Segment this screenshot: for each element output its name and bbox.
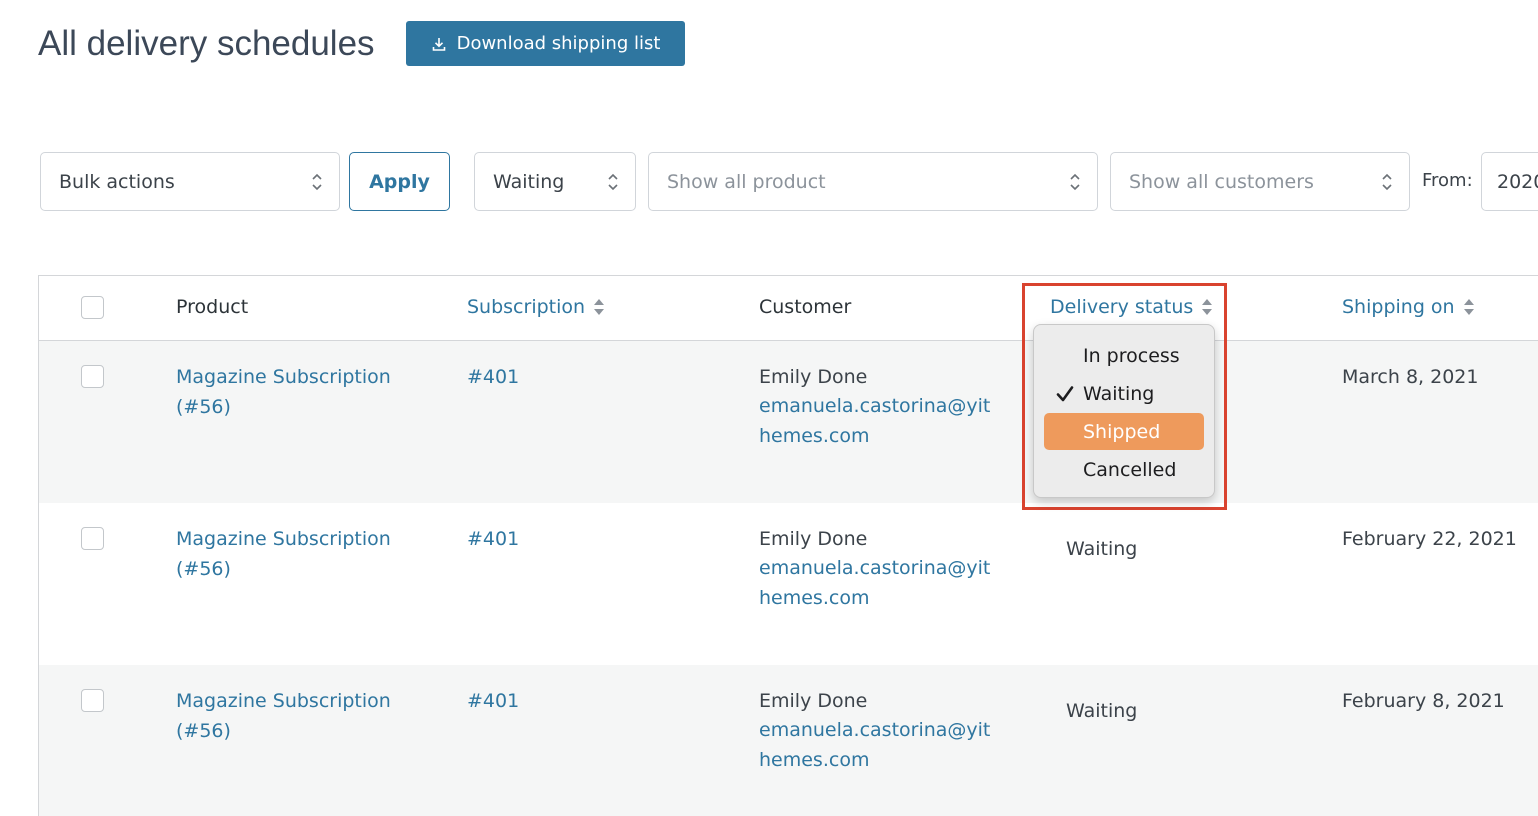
dropdown-option-label: Waiting [1083, 382, 1155, 405]
table-row: Magazine Subscription (#56) #401 Emily D… [39, 341, 1538, 503]
customer-email-link[interactable]: emanuela.castorina@yithemes.com [759, 554, 995, 613]
product-filter-placeholder: Show all product [667, 170, 826, 193]
dropdown-option-in-process[interactable]: In process [1044, 337, 1204, 374]
select-all-checkbox[interactable] [81, 296, 104, 319]
from-date-label: From: [1422, 170, 1473, 191]
dropdown-option-label: Shipped [1083, 420, 1161, 443]
select-chevron-icon [312, 173, 322, 190]
dropdown-option-label: In process [1083, 344, 1180, 367]
delivery-schedules-page: All delivery schedules Download shipping… [0, 0, 1538, 816]
checkmark-icon [1056, 386, 1074, 402]
dropdown-option-label: Cancelled [1083, 458, 1177, 481]
download-icon [432, 37, 445, 51]
subscription-link[interactable]: #401 [467, 687, 519, 717]
column-header-subscription[interactable]: Subscription [467, 296, 605, 318]
column-header-shipping-on[interactable]: Shipping on [1342, 296, 1475, 318]
table-row: Magazine Subscription (#56) #401 Emily D… [39, 665, 1538, 816]
select-chevron-icon [1382, 173, 1392, 190]
delivery-status-dropdown-menu: In process Waiting Shipped Cancelled [1033, 324, 1215, 498]
delivery-status-value[interactable]: Waiting [1066, 697, 1137, 727]
column-header-customer-label: Customer [759, 296, 852, 318]
dropdown-option-waiting[interactable]: Waiting [1044, 375, 1204, 412]
shipping-date: February 22, 2021 [1342, 528, 1517, 550]
customer-filter-placeholder: Show all customers [1129, 170, 1314, 193]
column-header-shipping-on-label: Shipping on [1342, 296, 1455, 318]
table-header: Product Subscription Customer Delivery s… [39, 276, 1538, 341]
customer-name: Emily Done [759, 528, 868, 550]
row-checkbox[interactable] [81, 689, 104, 712]
from-date-input[interactable] [1481, 152, 1538, 211]
row-checkbox[interactable] [81, 527, 104, 550]
column-header-subscription-label: Subscription [467, 296, 586, 318]
select-chevron-icon [1070, 173, 1080, 190]
customer-name: Emily Done [759, 366, 868, 388]
subscription-link[interactable]: #401 [467, 363, 519, 393]
product-link[interactable]: Magazine Subscription (#56) [176, 363, 406, 422]
customer-email-link[interactable]: emanuela.castorina@yithemes.com [759, 716, 995, 775]
sort-icon [594, 299, 605, 315]
select-chevron-icon [608, 173, 618, 190]
subscription-link[interactable]: #401 [467, 525, 519, 555]
table-row: Magazine Subscription (#56) #401 Emily D… [39, 503, 1538, 665]
download-shipping-list-button[interactable]: Download shipping list [406, 21, 685, 66]
column-header-product-label: Product [176, 296, 249, 318]
dropdown-option-shipped[interactable]: Shipped [1044, 413, 1204, 450]
sort-icon [1463, 299, 1474, 315]
column-header-customer: Customer [759, 296, 851, 318]
dropdown-option-cancelled[interactable]: Cancelled [1044, 451, 1204, 488]
customer-name: Emily Done [759, 690, 868, 712]
page-title: All delivery schedules [38, 24, 375, 63]
bulk-actions-select[interactable]: Bulk actions [40, 152, 340, 211]
download-button-label: Download shipping list [456, 33, 661, 54]
delivery-schedules-table: Magazine Subscription (#56) #401 Emily D… [38, 275, 1538, 816]
column-header-product: Product [176, 296, 248, 318]
shipping-date: March 8, 2021 [1342, 366, 1479, 388]
product-link[interactable]: Magazine Subscription (#56) [176, 525, 406, 584]
product-link[interactable]: Magazine Subscription (#56) [176, 687, 406, 746]
delivery-status-value[interactable]: Waiting [1066, 535, 1137, 565]
product-filter-select[interactable]: Show all product [648, 152, 1098, 211]
status-filter-select[interactable]: Waiting [474, 152, 636, 211]
bulk-actions-value: Bulk actions [59, 170, 175, 193]
apply-button[interactable]: Apply [349, 152, 450, 211]
shipping-date: February 8, 2021 [1342, 690, 1505, 712]
status-filter-value: Waiting [493, 170, 565, 193]
customer-filter-select[interactable]: Show all customers [1110, 152, 1410, 211]
customer-email-link[interactable]: emanuela.castorina@yithemes.com [759, 392, 995, 451]
row-checkbox[interactable] [81, 365, 104, 388]
